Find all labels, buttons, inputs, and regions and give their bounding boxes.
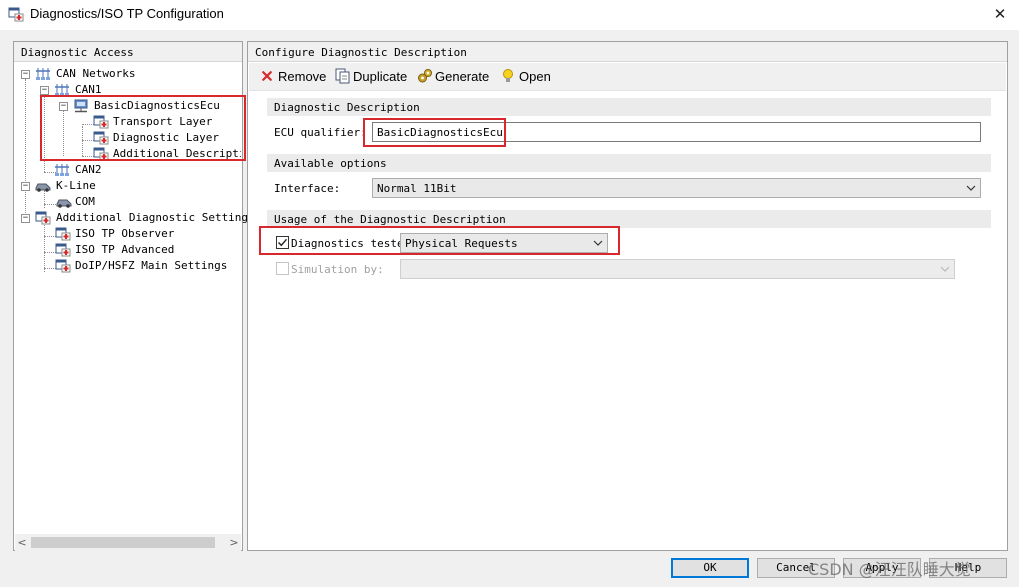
window-title: Diagnostics/ISO TP Configuration xyxy=(30,6,224,21)
scroll-left-icon[interactable]: < xyxy=(15,534,29,551)
configure-description-header: Configure Diagnostic Description xyxy=(248,42,1007,62)
open-button[interactable]: Open xyxy=(500,68,551,86)
tree-line xyxy=(44,222,45,272)
kline-car-icon xyxy=(35,183,51,192)
scroll-right-icon[interactable]: > xyxy=(227,534,241,551)
highlight-box-ecu-qualifier xyxy=(363,118,506,147)
remove-icon xyxy=(262,71,272,81)
duplicate-label: Duplicate xyxy=(353,69,408,84)
highlight-box-ecu-tree xyxy=(40,95,246,161)
tree-item-kline[interactable]: K-Line xyxy=(56,178,96,194)
collapse-toggle[interactable]: − xyxy=(21,70,30,79)
network-icon xyxy=(55,164,69,176)
tree-item-additional-settings[interactable]: Additional Diagnostic Settings xyxy=(56,210,255,226)
simulation-select[interactable] xyxy=(400,259,955,279)
watermark-text: CSDN @汪汪队睡大觉 xyxy=(808,560,971,579)
duplicate-button[interactable]: Duplicate xyxy=(335,68,407,86)
simulation-label: Simulation by: xyxy=(291,263,384,276)
collapse-toggle[interactable]: − xyxy=(40,86,49,95)
network-icon xyxy=(36,68,50,80)
highlight-box-diagnostics-tester xyxy=(259,226,620,255)
tree-item-can2[interactable]: CAN2 xyxy=(75,162,102,178)
chevron-down-icon xyxy=(966,185,976,191)
close-button[interactable]: ✕ xyxy=(987,2,1013,26)
chevron-down-icon xyxy=(940,266,950,272)
open-label: Open xyxy=(519,69,551,84)
config-window-icon xyxy=(8,7,24,22)
simulation-checkbox[interactable] xyxy=(276,262,289,275)
tree-line xyxy=(44,204,56,205)
title-bar: Diagnostics/ISO TP Configuration ✕ xyxy=(0,0,1019,30)
scrollbar-thumb[interactable] xyxy=(31,537,215,548)
tree-item-can-networks[interactable]: CAN Networks xyxy=(56,66,135,82)
settings-page-icon xyxy=(55,243,71,257)
tree-item-iso-tp-advanced[interactable]: ISO TP Advanced xyxy=(75,242,174,258)
lightbulb-icon xyxy=(503,69,513,82)
generate-button[interactable]: Generate xyxy=(417,68,489,86)
tree-item-com[interactable]: COM xyxy=(75,194,95,210)
interface-label: Interface: xyxy=(274,182,341,195)
close-icon: ✕ xyxy=(993,5,1007,23)
configure-description-panel: Configure Diagnostic Description Remove … xyxy=(247,41,1008,551)
ok-button[interactable]: OK xyxy=(671,558,749,578)
tree-line xyxy=(25,79,26,223)
kline-car-icon xyxy=(56,199,72,208)
collapse-toggle[interactable]: − xyxy=(21,182,30,191)
settings-page-icon xyxy=(35,211,51,225)
section-available-options: Available options xyxy=(267,154,991,172)
collapse-toggle[interactable]: − xyxy=(21,214,30,223)
ecu-qualifier-label: ECU qualifier: xyxy=(274,126,367,139)
interface-select[interactable]: Normal 11Bit xyxy=(372,178,981,198)
generate-gears-icon xyxy=(418,69,432,83)
remove-button[interactable]: Remove xyxy=(261,68,326,86)
diagnostic-access-header: Diagnostic Access xyxy=(14,42,242,62)
duplicate-icon xyxy=(335,68,350,84)
description-toolbar: Remove Duplicate Generate Open xyxy=(249,63,1006,91)
tree-item-doip-main-settings[interactable]: DoIP/HSFZ Main Settings xyxy=(75,258,227,274)
interface-selected-value: Normal 11Bit xyxy=(377,182,457,195)
tree-horizontal-scrollbar[interactable]: < > xyxy=(15,534,241,551)
section-diagnostic-description: Diagnostic Description xyxy=(267,98,991,116)
remove-label: Remove xyxy=(278,69,327,84)
settings-page-icon xyxy=(55,259,71,273)
tree-item-iso-tp-observer[interactable]: ISO TP Observer xyxy=(75,226,174,242)
generate-label: Generate xyxy=(435,69,490,84)
settings-page-icon xyxy=(55,227,71,241)
